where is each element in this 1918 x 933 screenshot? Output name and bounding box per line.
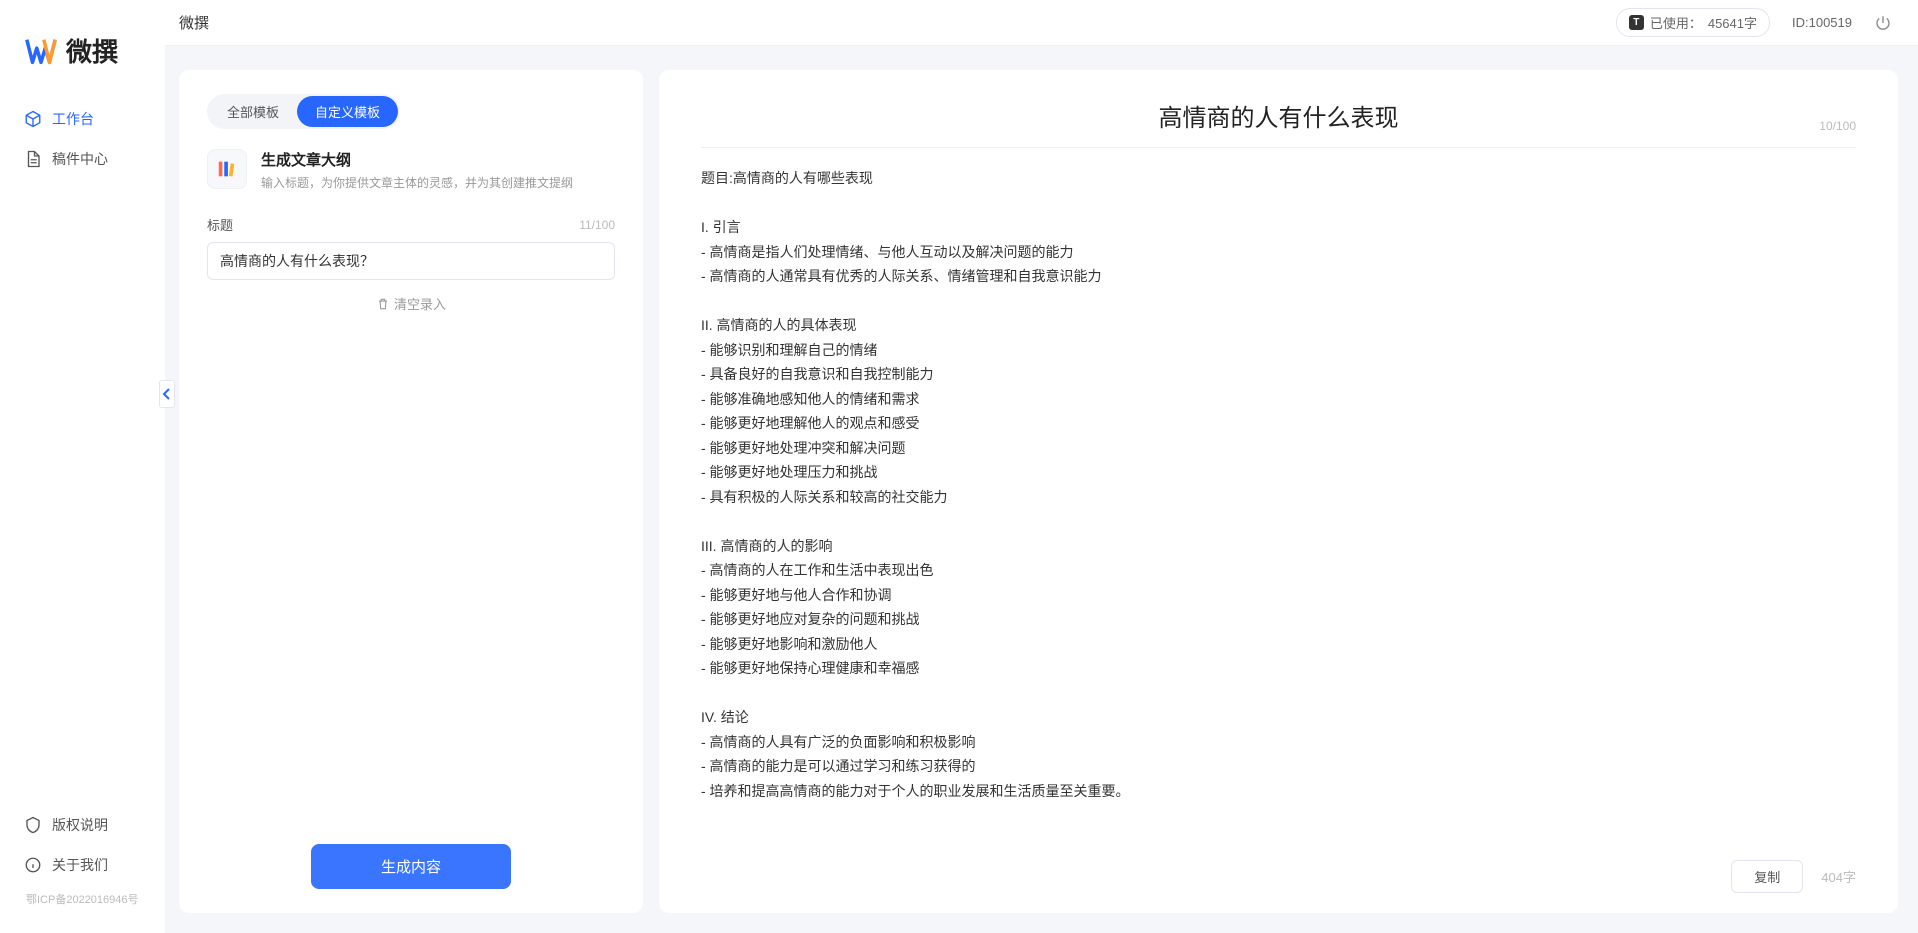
logo-text: 微撰 xyxy=(66,32,118,69)
books-icon xyxy=(216,158,238,180)
page-title: 微撰 xyxy=(179,12,209,33)
sidebar-item-drafts[interactable]: 稿件中心 xyxy=(8,139,157,179)
sidebar-bottom: 版权说明 关于我们 鄂ICP备2022016946号 xyxy=(0,805,165,921)
field-label: 标题 xyxy=(207,215,233,234)
field-row: 标题 11/100 xyxy=(207,215,615,234)
char-counter: 11/100 xyxy=(579,218,615,232)
icp-text: 鄂ICP备2022016946号 xyxy=(8,885,157,913)
sidebar-item-label: 稿件中心 xyxy=(52,149,108,169)
logo-icon xyxy=(24,34,58,68)
sidebar-item-label: 工作台 xyxy=(52,109,94,129)
chevron-left-icon xyxy=(162,388,172,400)
input-panel: 全部模板 自定义模板 生成文章大纲 输入标题，为你提供文章主体的灵感，并为其创建… xyxy=(179,70,643,913)
template-card: 生成文章大纲 输入标题，为你提供文章主体的灵感，并为其创建推文提纲 xyxy=(207,149,615,191)
template-tabs: 全部模板 自定义模板 xyxy=(207,94,400,129)
sidebar-item-workbench[interactable]: 工作台 xyxy=(8,99,157,139)
shield-icon xyxy=(24,816,42,834)
template-info: 生成文章大纲 输入标题，为你提供文章主体的灵感，并为其创建推文提纲 xyxy=(261,149,573,191)
template-desc: 输入标题，为你提供文章主体的灵感，并为其创建推文提纲 xyxy=(261,174,573,191)
output-header: 高情商的人有什么表现 10/100 xyxy=(701,98,1856,148)
sidebar-link-about[interactable]: 关于我们 xyxy=(8,845,157,885)
output-title: 高情商的人有什么表现 xyxy=(1159,98,1399,133)
user-id-label: ID:100519 xyxy=(1792,15,1852,30)
trash-icon xyxy=(376,297,390,311)
topbar-right: T 已使用： 45641字 ID:100519 xyxy=(1616,8,1892,37)
sidebar: 微撰 工作台 稿件中心 版权说明 关于我们 鄂ICP备2022016946号 xyxy=(0,0,165,933)
title-input[interactable] xyxy=(207,242,615,280)
power-icon[interactable] xyxy=(1874,14,1892,32)
output-title-counter: 10/100 xyxy=(1819,119,1856,133)
usage-prefix: 已使用： xyxy=(1650,13,1702,32)
sidebar-link-copyright[interactable]: 版权说明 xyxy=(8,805,157,845)
content-area: 全部模板 自定义模板 生成文章大纲 输入标题，为你提供文章主体的灵感，并为其创建… xyxy=(165,46,1918,933)
generate-button[interactable]: 生成内容 xyxy=(311,844,511,889)
tab-custom-templates[interactable]: 自定义模板 xyxy=(297,96,398,127)
usage-value: 45641字 xyxy=(1708,13,1757,32)
output-panel: 高情商的人有什么表现 10/100 题目:高情商的人有哪些表现 I. 引言 - … xyxy=(659,70,1898,913)
document-icon xyxy=(24,150,42,168)
info-icon xyxy=(24,856,42,874)
usage-badge[interactable]: T 已使用： 45641字 xyxy=(1616,8,1770,37)
topbar-left: 微撰 xyxy=(179,12,209,33)
sidebar-nav: 工作台 稿件中心 xyxy=(0,99,165,805)
output-footer: 复制 404字 xyxy=(701,844,1856,893)
copy-button[interactable]: 复制 xyxy=(1731,860,1803,893)
sidebar-link-label: 关于我们 xyxy=(52,855,108,875)
template-title: 生成文章大纲 xyxy=(261,149,573,170)
cube-icon xyxy=(24,110,42,128)
logo: 微撰 xyxy=(0,12,165,99)
main: 微撰 T 已使用： 45641字 ID:100519 全部模板 自定义模板 xyxy=(165,0,1918,933)
text-icon: T xyxy=(1629,15,1644,30)
word-count: 404字 xyxy=(1821,867,1856,886)
output-body[interactable]: 题目:高情商的人有哪些表现 I. 引言 - 高情商是指人们处理情绪、与他人互动以… xyxy=(701,166,1856,844)
clear-input-button[interactable]: 清空录入 xyxy=(207,294,615,313)
clear-label: 清空录入 xyxy=(394,294,446,313)
sidebar-collapse-handle[interactable] xyxy=(159,380,175,408)
topbar: 微撰 T 已使用： 45641字 ID:100519 xyxy=(165,0,1918,46)
template-icon xyxy=(207,149,247,189)
tab-all-templates[interactable]: 全部模板 xyxy=(209,96,297,127)
sidebar-link-label: 版权说明 xyxy=(52,815,108,835)
